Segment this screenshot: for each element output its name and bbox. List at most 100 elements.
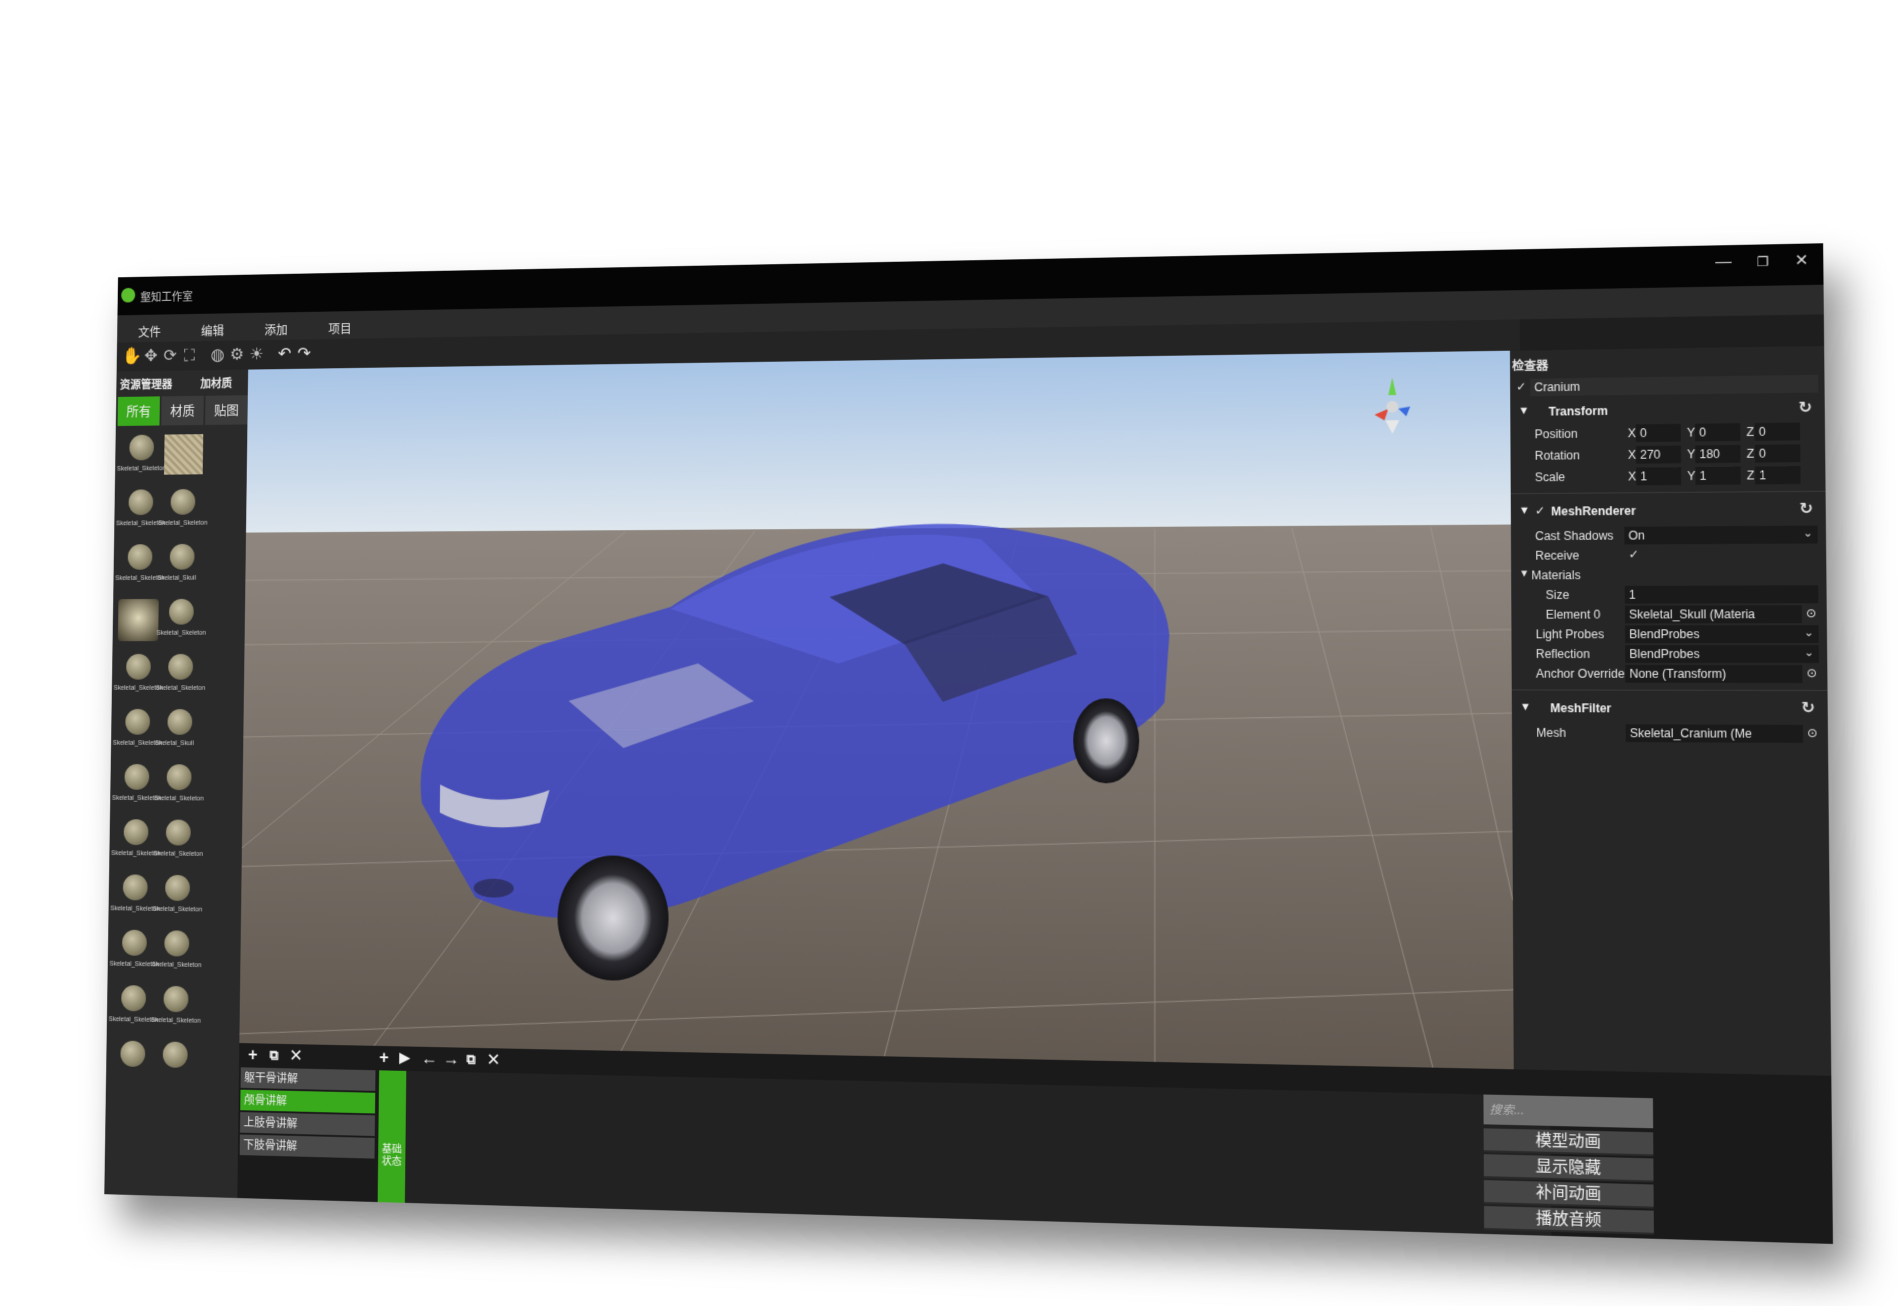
light-probes-dropdown[interactable]: BlendProbes — [1624, 625, 1819, 644]
rotation-label: Rotation — [1534, 448, 1580, 463]
play-icon[interactable]: ▶ — [399, 1048, 410, 1067]
position-z-field[interactable]: 0 — [1754, 422, 1801, 441]
size-field[interactable]: 1 — [1624, 585, 1819, 604]
add-state-icon[interactable]: + — [379, 1048, 389, 1068]
object-picker-icon[interactable]: ⊙ — [1806, 666, 1817, 680]
rotate-tool-icon[interactable]: ⟳ — [160, 345, 180, 365]
redo-icon[interactable]: ↷ — [294, 343, 314, 363]
hand-tool-icon[interactable]: ✋ — [122, 346, 142, 366]
cast-shadows-dropdown[interactable]: On — [1624, 525, 1818, 545]
asset-item[interactable]: Skeletal_Skeleton — [151, 980, 201, 1040]
collapse-triangle-icon[interactable]: ▼ — [1519, 569, 1529, 580]
asset-item[interactable]: Skeletal_Skull — [157, 538, 207, 597]
object-picker-icon[interactable]: ⊙ — [1807, 726, 1818, 740]
scene-viewport[interactable] — [239, 350, 1514, 1070]
reset-icon[interactable]: ↻ — [1801, 698, 1815, 718]
material-thumbnail — [169, 543, 195, 570]
asset-label: Skeletal_Skeleton — [150, 1017, 201, 1025]
collapse-triangle-icon[interactable]: ▼ — [1519, 505, 1530, 517]
copy-step-icon[interactable]: ⧉ — [269, 1047, 278, 1063]
receive-row: Receive ✓ — [1511, 544, 1826, 565]
scale-z-field[interactable]: 1 — [1754, 466, 1801, 485]
reset-icon[interactable]: ↻ — [1798, 398, 1812, 418]
axis-z-label: Z — [1746, 446, 1755, 461]
collapse-triangle-icon[interactable]: ▼ — [1518, 405, 1529, 417]
rotation-x-field[interactable]: 270 — [1635, 445, 1682, 464]
search-input[interactable]: 搜索... — [1483, 1094, 1654, 1129]
asset-item[interactable] — [150, 1036, 200, 1097]
step-item[interactable]: 下肢骨讲解 — [239, 1134, 375, 1159]
asset-item[interactable]: Skeletal_Skeleton — [154, 759, 204, 818]
object-picker-icon[interactable]: ⊙ — [1806, 606, 1817, 620]
transform-section[interactable]: ▼ Transform ↻ — [1510, 395, 1825, 424]
delete-state-icon[interactable]: ✕ — [486, 1050, 500, 1070]
position-x-field[interactable]: 0 — [1635, 423, 1681, 443]
tab-material[interactable]: 材质 — [161, 395, 204, 426]
add-material-button[interactable]: 加材质 — [200, 375, 232, 391]
gear-icon[interactable]: ⚙ — [227, 344, 247, 364]
tween-animation-button[interactable]: 补间动画 — [1483, 1180, 1654, 1209]
mesh-renderer-enabled-check-icon[interactable]: ✓ — [1535, 504, 1545, 518]
asset-item[interactable]: Skeletal_Skeleton — [152, 869, 202, 929]
add-step-icon[interactable]: + — [248, 1045, 258, 1065]
show-hide-button[interactable]: 显示隐藏 — [1483, 1154, 1654, 1183]
cast-shadows-label: Cast Shadows — [1535, 528, 1614, 544]
step-item[interactable]: 躯干骨讲解 — [240, 1067, 376, 1091]
arrow-left-icon[interactable]: ← — [421, 1049, 438, 1069]
asset-item[interactable]: Skeletal_Skeleton — [153, 814, 203, 874]
model-animation-button[interactable]: 模型动画 — [1483, 1128, 1654, 1157]
globe-icon[interactable]: ◍ — [208, 344, 228, 364]
asset-panel: 资源管理器 加材质 所有 材质 贴图 Skeletal_Skeleton Skel… — [104, 369, 249, 1199]
asset-label: Skeletal_Skeleton — [156, 630, 206, 637]
screenshot-stage: 壑知工作室 — ❐ ✕ 文件 编辑 添加 项目 ✋ ✥ ⟳ ⛶ ◍ ⚙ ☀ ↶ … — [0, 0, 1898, 1306]
rotation-z-field[interactable]: 0 — [1754, 444, 1801, 463]
asset-item[interactable]: Skeletal_Skeleton — [156, 593, 206, 652]
tab-texture[interactable]: 贴图 — [205, 395, 248, 425]
chevron-down-icon[interactable]: ⌄ — [1804, 626, 1814, 639]
object-active-check-icon[interactable]: ✓ — [1516, 380, 1526, 394]
move-tool-icon[interactable]: ✥ — [141, 345, 161, 365]
mesh-renderer-section[interactable]: ▼ ✓ MeshRenderer ↻ — [1511, 497, 1826, 525]
element0-field[interactable]: Skeletal_Skull (Materia — [1624, 605, 1802, 624]
receive-checkbox[interactable]: ✓ — [1629, 547, 1639, 561]
position-y-field[interactable]: 0 — [1695, 423, 1741, 442]
menu-add[interactable]: 添加 — [264, 320, 287, 338]
play-audio-button[interactable]: 播放音频 — [1483, 1205, 1654, 1235]
chevron-down-icon[interactable]: ⌄ — [1803, 527, 1813, 540]
menu-project[interactable]: 项目 — [328, 318, 351, 336]
asset-item[interactable] — [159, 429, 209, 488]
anchor-override-row: Anchor Override None (Transform) ⊙ — [1512, 664, 1828, 684]
asset-item[interactable]: Skeletal_Skeleton — [155, 648, 205, 707]
scale-x-field[interactable]: 1 — [1636, 467, 1682, 486]
object-name-field[interactable]: Cranium — [1530, 374, 1819, 397]
menu-file[interactable]: 文件 — [138, 322, 161, 340]
chevron-down-icon[interactable]: ⌄ — [1804, 646, 1814, 659]
undo-icon[interactable]: ↶ — [275, 343, 295, 363]
close-button[interactable]: ✕ — [1784, 249, 1819, 273]
copy-state-icon[interactable]: ⧉ — [466, 1051, 475, 1067]
materials-row[interactable]: ▼ Materials — [1511, 564, 1826, 585]
asset-item[interactable]: Skeletal_Skeleton — [151, 925, 201, 985]
reflection-dropdown[interactable]: BlendProbes — [1625, 645, 1819, 664]
mesh-filter-section[interactable]: ▼ MeshFilter ↻ — [1512, 695, 1828, 722]
rotation-y-field[interactable]: 180 — [1695, 444, 1741, 464]
sun-icon[interactable]: ☀ — [246, 344, 266, 364]
mesh-field[interactable]: Skeletal_Cranium (Me — [1625, 724, 1804, 743]
minimize-button[interactable]: — — [1706, 251, 1741, 275]
fullscreen-tool-icon[interactable]: ⛶ — [180, 345, 200, 365]
arrow-right-icon[interactable]: → — [443, 1049, 460, 1069]
collapse-triangle-icon[interactable]: ▼ — [1520, 701, 1531, 713]
scale-y-field[interactable]: 1 — [1695, 466, 1741, 485]
tab-all[interactable]: 所有 — [117, 396, 160, 427]
menu-edit[interactable]: 编辑 — [201, 321, 224, 339]
step-item[interactable]: 上肢骨讲解 — [239, 1112, 375, 1137]
anchor-override-field[interactable]: None (Transform) — [1625, 664, 1803, 683]
step-item-active[interactable]: 颅骨讲解 — [240, 1089, 376, 1114]
state-column[interactable]: 基础状态 — [377, 1070, 407, 1203]
reset-icon[interactable]: ↻ — [1799, 499, 1813, 519]
delete-step-icon[interactable]: ✕ — [289, 1046, 303, 1066]
timeline-area[interactable] — [404, 1070, 1552, 1236]
asset-item[interactable]: Skeletal_Skull — [155, 704, 205, 763]
restore-button[interactable]: ❐ — [1745, 250, 1780, 274]
asset-item[interactable]: Skeletal_Skeleton — [158, 483, 208, 542]
